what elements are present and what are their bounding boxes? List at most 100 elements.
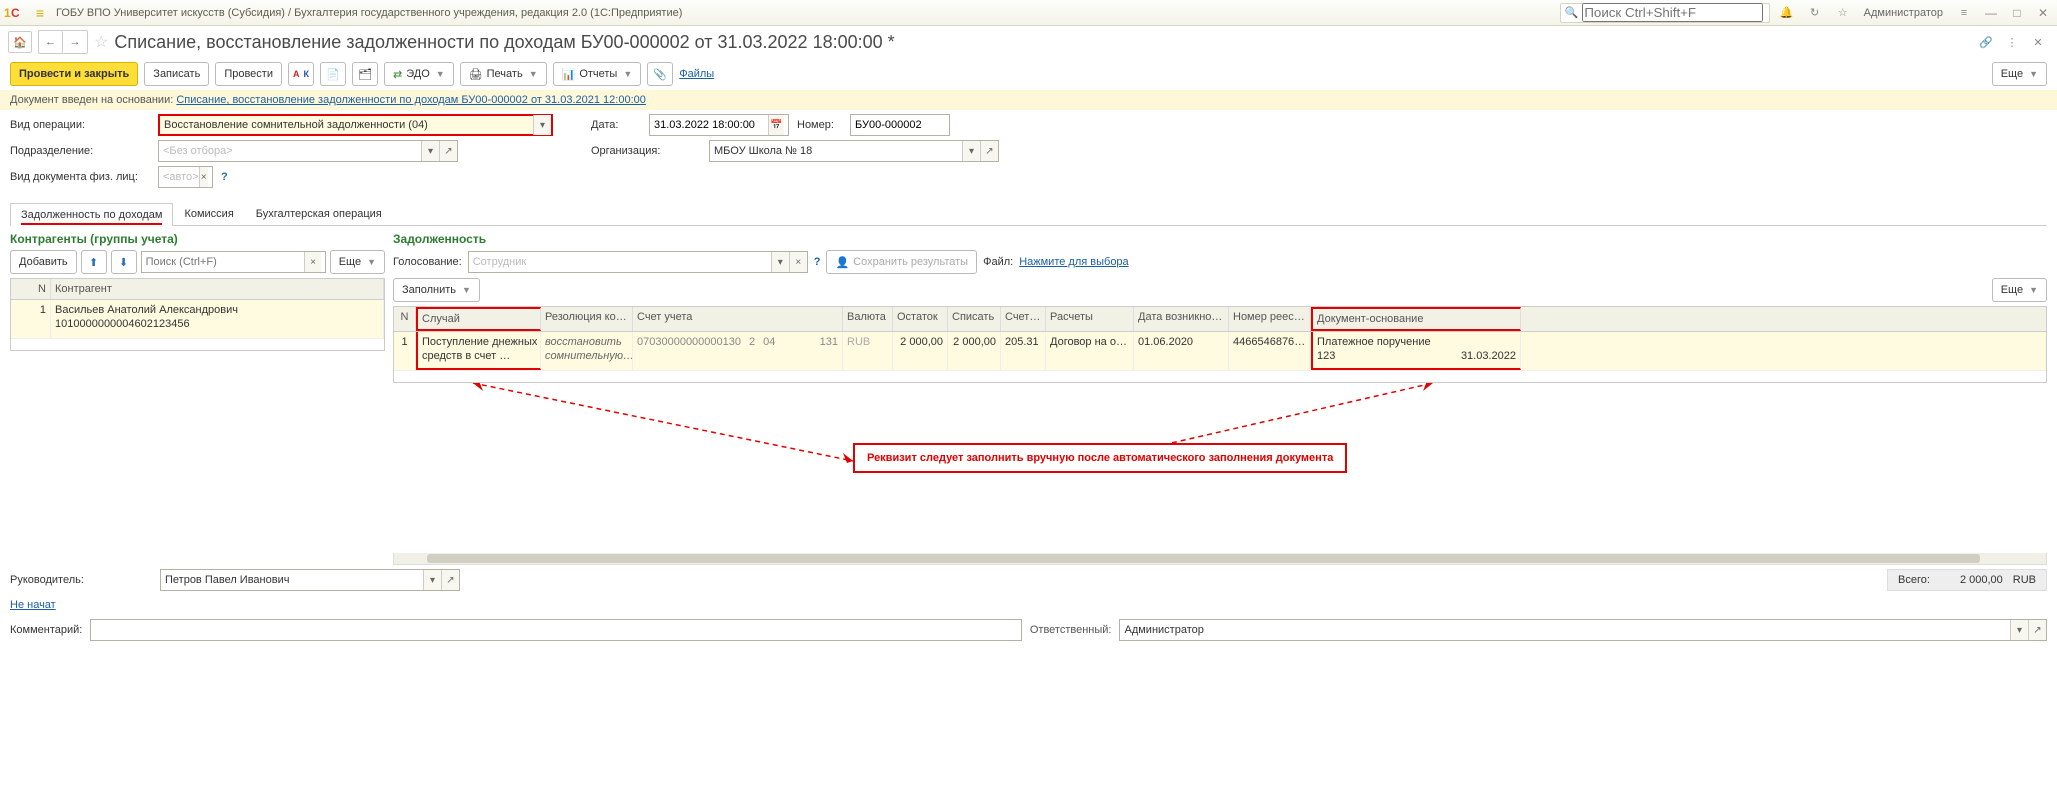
nav-back[interactable]: ← [39,31,63,53]
chevron-down-icon[interactable]: ▾ [421,141,439,161]
chevron-down-icon[interactable]: ▾ [533,115,551,135]
col-doc-basis[interactable]: Документ-основание [1311,307,1521,331]
edo-button[interactable]: ⇄ ЭДО▼ [384,62,454,86]
col-reg[interactable]: Номер реестр… [1229,307,1311,331]
phys-doc-type-field[interactable]: <авто> × [158,166,213,188]
star-icon[interactable]: ☆ [1832,2,1854,24]
attach-button[interactable]: 🗂 [352,62,378,86]
kebab-icon[interactable]: ⋮ [2001,31,2023,53]
col-write[interactable]: Списать [948,307,1001,331]
cell-n: 1 [11,300,51,338]
employee-field[interactable]: Сотрудник ▾ × [468,251,808,273]
more-right-button[interactable]: Еще▼ [1992,278,2047,302]
help-icon[interactable]: ? [221,171,228,183]
move-down-button[interactable]: ⬇ [111,250,137,274]
global-search[interactable]: 🔍 [1560,3,1770,23]
date-input[interactable] [654,119,768,131]
clear-icon[interactable]: × [789,252,807,272]
files-link[interactable]: Файлы [679,68,714,80]
date-field[interactable]: 📅 [649,114,789,136]
col-case[interactable]: Случай [416,307,541,331]
print-button[interactable]: 🖨 Печать▼ [460,62,547,86]
reports-button[interactable]: 📊 Отчеты▼ [553,62,642,86]
more-button[interactable]: Еще▼ [1992,62,2047,86]
close-window-button[interactable]: ✕ [2033,3,2053,23]
cell-calc: Договор на оп… [1046,332,1134,370]
dtkt-button[interactable]: АК [288,62,314,86]
department-field[interactable]: <Без отбора> ▾ ↗ [158,140,458,162]
link-icon[interactable]: 🔗 [1975,31,1997,53]
responsible-field[interactable]: Администратор ▾ ↗ [1119,619,2047,641]
open-icon[interactable]: ↗ [441,570,459,590]
open-icon[interactable]: ↗ [439,141,457,161]
chevron-down-icon[interactable]: ▾ [962,141,980,161]
col-n[interactable]: N [394,307,416,331]
clear-icon[interactable]: × [199,167,208,187]
status-link[interactable]: Не начат [10,599,56,611]
counterparties-search-input[interactable] [146,256,305,268]
save-results-button[interactable]: 👤 Сохранить результаты [826,250,977,274]
home-button[interactable]: 🏠 [8,31,32,53]
operation-type-field[interactable]: Восстановление сомнительной задолженност… [158,114,553,136]
minimize-button[interactable]: — [1981,3,2001,23]
close-tab-button[interactable]: ✕ [2027,31,2049,53]
file-choose-link[interactable]: Нажмите для выбора [1019,256,1128,268]
bell-icon[interactable]: 🔔 [1776,2,1798,24]
number-input[interactable] [855,119,945,131]
col-resolution[interactable]: Резолюция ком… [541,307,633,331]
open-icon[interactable]: ↗ [980,141,998,161]
settings-icon[interactable]: ≡ [1953,2,1975,24]
tab-accounting-op[interactable]: Бухгалтерская операция [245,202,393,225]
print-form-button[interactable]: 📄 [320,62,346,86]
counterparties-search[interactable]: × [141,251,326,273]
open-icon[interactable]: ↗ [2028,620,2046,640]
head-field[interactable]: Петров Павел Иванович ▾ ↗ [160,569,460,591]
tab-debt[interactable]: Задолженность по доходам [10,203,173,226]
col-counterparty[interactable]: Контрагент [51,279,384,299]
chevron-down-icon[interactable]: ▾ [423,570,441,590]
fill-button[interactable]: Заполнить▼ [393,278,480,302]
table-row[interactable]: 1 Васильев Анатолий Александрович 101000… [11,300,384,339]
number-field[interactable] [850,114,950,136]
col-account[interactable]: Счет учета [633,307,843,331]
comment-label: Комментарий: [10,624,82,636]
add-button[interactable]: Добавить [10,250,77,274]
calendar-icon[interactable]: 📅 [768,115,784,135]
chevron-down-icon[interactable]: ▾ [771,252,789,272]
maximize-button[interactable]: □ [2007,3,2027,23]
comment-field[interactable] [90,619,1022,641]
write-button[interactable]: Записать [144,62,209,86]
date-label: Дата: [591,119,641,131]
svg-text:1: 1 [4,6,11,20]
nav-forward[interactable]: → [63,31,87,53]
clear-icon[interactable]: × [304,252,320,272]
post-button[interactable]: Провести [215,62,282,86]
clip-button[interactable]: 📎 [647,62,673,86]
col-calc[interactable]: Расчеты [1046,307,1134,331]
chevron-down-icon[interactable]: ▾ [2010,620,2028,640]
col-balance[interactable]: Остаток [893,307,948,331]
department-placeholder: <Без отбора> [163,145,421,157]
user-label[interactable]: Администратор [1860,7,1947,19]
table-row[interactable]: 1 Поступление днежныхсредств в счет … во… [394,332,2046,371]
favorite-star-icon[interactable]: ☆ [94,32,108,52]
horizontal-scrollbar[interactable] [393,553,2047,565]
cell-date: 01.06.2020 [1134,332,1229,370]
comment-input[interactable] [95,624,1017,636]
col-n[interactable]: N [11,279,51,299]
col-currency[interactable]: Валюта [843,307,893,331]
col-date[interactable]: Дата возникнове… [1134,307,1229,331]
history-icon[interactable]: ↻ [1804,2,1826,24]
help-icon[interactable]: ? [814,256,821,268]
menu-icon[interactable]: ≡ [30,3,50,23]
move-up-button[interactable]: ⬆ [81,250,107,274]
main-toolbar: Провести и закрыть Записать Провести АК … [0,58,2057,90]
basis-link[interactable]: Списание, восстановление задолженности п… [176,94,646,106]
post-and-close-button[interactable]: Провести и закрыть [10,62,138,86]
organization-field[interactable]: МБОУ Школа № 18 ▾ ↗ [709,140,999,162]
col-account2[interactable]: Счет … [1001,307,1046,331]
more-left-button[interactable]: Еще▼ [330,250,385,274]
tab-commission[interactable]: Комиссия [173,202,244,225]
cell-case: Поступление днежныхсредств в счет … [416,332,541,370]
global-search-input[interactable] [1582,3,1763,22]
